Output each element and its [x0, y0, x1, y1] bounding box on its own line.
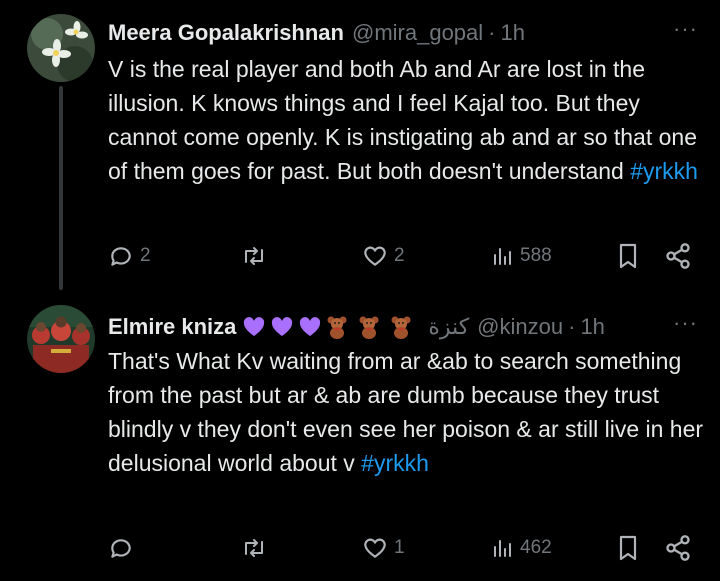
like-count: 1: [394, 537, 405, 558]
tweet-header: Elmire kniza كنزة @kinzou · 1h ···: [108, 310, 700, 342]
view-count: 462: [520, 537, 552, 558]
author-name[interactable]: Elmire kniza: [108, 314, 236, 340]
tweet[interactable]: Elmire kniza كنزة @kinzou · 1h ··· That'…: [0, 290, 720, 581]
like-count: 2: [394, 245, 405, 266]
like-button[interactable]: 2: [362, 243, 405, 269]
views-button[interactable]: 462: [490, 535, 552, 561]
reply-button[interactable]: [108, 535, 140, 561]
views-icon: [494, 540, 511, 557]
bookmark-icon: [619, 535, 637, 561]
reply-icon: [111, 247, 131, 266]
tweet[interactable]: Meera Gopalakrishnan @mira_gopal · 1h ··…: [0, 0, 720, 290]
action-bar: 2 2 588: [108, 239, 700, 273]
reply-icon: [111, 539, 131, 558]
reply-button[interactable]: 2: [108, 243, 151, 269]
separator: ·: [488, 20, 496, 45]
tweet-text: That's What Kv waiting from ar &ab to se…: [108, 344, 708, 480]
action-bar: 1 462: [108, 531, 700, 565]
bookmark-icon: [619, 243, 637, 269]
share-button[interactable]: [664, 242, 692, 270]
share-icon: [666, 243, 690, 269]
avatar[interactable]: [27, 14, 95, 82]
heart-icon: [364, 538, 386, 558]
like-button[interactable]: 1: [362, 535, 405, 561]
author-handle[interactable]: @kinzou: [477, 314, 563, 340]
timestamp[interactable]: 1h: [501, 20, 525, 46]
retweet-button[interactable]: [240, 243, 274, 269]
retweet-icon: [245, 247, 263, 265]
more-options-icon[interactable]: ···: [673, 16, 698, 42]
more-options-icon[interactable]: ···: [673, 310, 698, 336]
bookmark-button[interactable]: [616, 534, 640, 562]
name-emojis: [242, 315, 422, 339]
bookmark-button[interactable]: [616, 242, 640, 270]
teddy-bear-icon: [327, 316, 347, 339]
arabic-name: كنزة: [428, 314, 470, 339]
separator: ·: [568, 314, 576, 339]
share-button[interactable]: [664, 534, 692, 562]
heart-icon: [364, 246, 386, 266]
timestamp[interactable]: 1h: [580, 314, 604, 340]
avatar[interactable]: [27, 305, 95, 373]
reply-count: 2: [140, 245, 151, 266]
tweet-body: V is the real player and both Ab and Ar …: [108, 56, 698, 184]
views-button[interactable]: 588: [490, 243, 552, 269]
teddy-bear-icon: [391, 316, 411, 339]
thread-line: [59, 86, 63, 290]
tweet-header: Meera Gopalakrishnan @mira_gopal · 1h ··…: [108, 16, 700, 48]
author-name[interactable]: Meera Gopalakrishnan: [108, 20, 344, 46]
view-count: 588: [520, 245, 552, 266]
hashtag-link[interactable]: #yrkkh: [361, 450, 429, 476]
share-icon: [666, 535, 690, 561]
tweet-text: V is the real player and both Ab and Ar …: [108, 52, 708, 188]
retweet-icon: [245, 539, 263, 557]
hashtag-link[interactable]: #yrkkh: [630, 158, 698, 184]
views-icon: [494, 248, 511, 265]
teddy-bear-icon: [359, 316, 379, 339]
purple-heart-icon: [244, 317, 265, 336]
purple-heart-icon: [272, 317, 293, 336]
retweet-button[interactable]: [240, 535, 274, 561]
author-handle[interactable]: @mira_gopal: [352, 20, 483, 46]
purple-heart-icon: [300, 317, 321, 336]
